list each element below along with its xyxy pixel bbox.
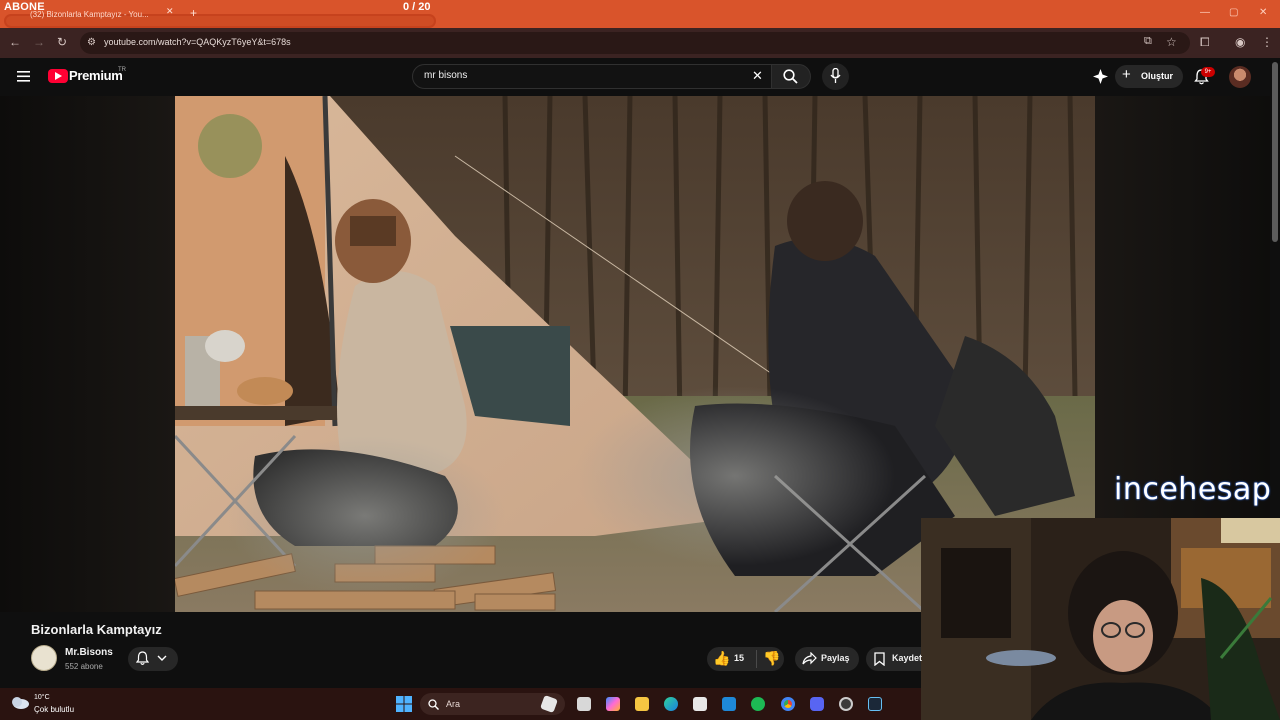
steam-icon[interactable] bbox=[868, 697, 882, 711]
streamer-webcam bbox=[921, 518, 1280, 720]
clear-search-icon[interactable]: ✕ bbox=[752, 68, 763, 84]
gemini-sparkle-icon[interactable] bbox=[1093, 69, 1108, 84]
account-avatar[interactable] bbox=[1229, 66, 1251, 88]
search-value[interactable]: mr bisons bbox=[424, 70, 467, 81]
copilot-icon[interactable] bbox=[606, 697, 620, 711]
youtube-premium-logo[interactable]: Premium bbox=[69, 68, 123, 83]
minimize-button[interactable]: — bbox=[1200, 7, 1210, 18]
like-count[interactable]: 15 bbox=[734, 653, 744, 663]
weather-cloud-icon[interactable] bbox=[10, 694, 30, 710]
create-label: Oluştur bbox=[1141, 71, 1174, 81]
reload-icon[interactable]: ↻ bbox=[57, 35, 67, 49]
url-text[interactable]: youtube.com/watch?v=QAQKyzT6yeY&t=678s bbox=[104, 37, 291, 47]
cast-icon[interactable]: ⧉ bbox=[1144, 35, 1152, 48]
obs-icon[interactable] bbox=[839, 697, 853, 711]
channel-name[interactable]: Mr.Bisons bbox=[65, 647, 113, 658]
bookmark-star-icon[interactable]: ☆ bbox=[1166, 35, 1177, 49]
video-title: Bizonlarla Kamptayız bbox=[31, 622, 162, 637]
maximize-button[interactable]: ▢ bbox=[1229, 7, 1238, 18]
chevron-down-icon bbox=[157, 655, 167, 661]
tab-title: (32) Bizonlarla Kamptayız - You... bbox=[30, 9, 149, 19]
windows-start-icon[interactable] bbox=[396, 696, 412, 712]
profile-icon[interactable]: ◉ bbox=[1235, 35, 1245, 49]
tab-close-icon[interactable]: ✕ bbox=[166, 6, 174, 17]
plus-icon: + bbox=[1122, 66, 1131, 83]
save-label: Kaydet bbox=[892, 653, 923, 663]
task-view-icon[interactable] bbox=[577, 697, 591, 711]
microsoft-store-icon[interactable] bbox=[693, 697, 707, 711]
taskbar-search-label: Ara bbox=[446, 699, 461, 709]
discord-icon[interactable] bbox=[810, 697, 824, 711]
forward-icon[interactable]: → bbox=[33, 35, 45, 49]
like-icon[interactable]: 👍 bbox=[713, 650, 730, 667]
browser-menu-icon[interactable]: ⋮ bbox=[1261, 35, 1273, 49]
notification-badge: 9+ bbox=[1201, 67, 1215, 77]
site-info-icon[interactable]: ⚙ bbox=[87, 37, 96, 48]
app-icon[interactable] bbox=[722, 697, 736, 711]
spotify-icon[interactable] bbox=[751, 697, 765, 711]
save-icon bbox=[874, 652, 885, 666]
play-icon bbox=[55, 72, 62, 80]
region-code: TR bbox=[118, 67, 126, 73]
page-background-left bbox=[0, 96, 175, 612]
browser-tab[interactable]: (32) Bizonlarla Kamptayız - You... bbox=[8, 5, 183, 23]
close-window-button[interactable]: ✕ bbox=[1259, 7, 1267, 18]
file-explorer-icon[interactable] bbox=[635, 697, 649, 711]
edge-browser-icon[interactable] bbox=[664, 697, 678, 711]
streamer-watermark: incehesap bbox=[1114, 472, 1272, 507]
share-icon bbox=[802, 652, 817, 665]
extensions-icon[interactable]: ⧠ bbox=[1200, 35, 1210, 50]
dislike-icon[interactable]: 👎 bbox=[763, 650, 780, 667]
search-icon bbox=[783, 69, 798, 84]
share-label: Paylaş bbox=[821, 653, 850, 663]
page-background-right bbox=[1095, 96, 1270, 520]
microphone-icon bbox=[830, 68, 841, 83]
weather-temperature[interactable]: 10°C bbox=[34, 694, 50, 701]
scrollbar-thumb[interactable] bbox=[1272, 62, 1278, 242]
menu-icon[interactable] bbox=[17, 71, 30, 82]
weather-condition[interactable]: Çok bulutlu bbox=[34, 705, 74, 714]
back-icon[interactable]: ← bbox=[9, 35, 21, 49]
taskbar-search-icon bbox=[428, 699, 439, 710]
chrome-icon[interactable] bbox=[781, 697, 795, 711]
new-tab-button[interactable]: + bbox=[190, 6, 197, 20]
like-divider bbox=[756, 650, 757, 668]
channel-avatar[interactable] bbox=[31, 645, 57, 671]
subscriber-count: 552 abone bbox=[65, 662, 103, 671]
webcam-frame bbox=[921, 518, 1280, 720]
subscriber-goal-counter: 0 / 20 bbox=[403, 1, 431, 13]
bell-icon bbox=[136, 651, 149, 665]
